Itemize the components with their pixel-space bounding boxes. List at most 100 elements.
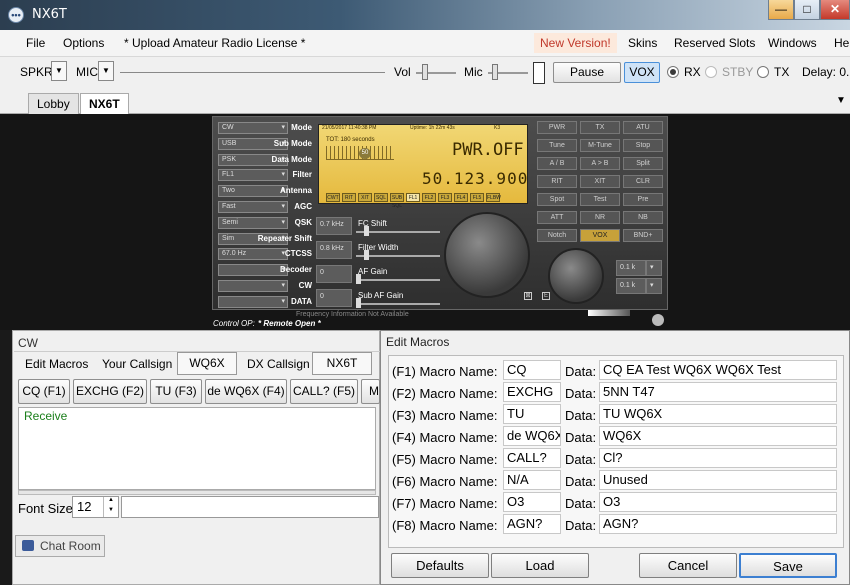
font-size-down-icon[interactable]: ▼ [103,507,118,517]
slider-thumb-2[interactable] [356,274,361,284]
lcd-button-10[interactable]: FLBW [486,193,501,202]
radio-button-a-b[interactable]: A > B [580,157,620,170]
menu-windows[interactable]: Windows [768,36,817,50]
vol-slider-thumb[interactable] [422,64,428,80]
receive-box[interactable] [18,407,376,490]
radio-button-a-b[interactable]: A / B [537,157,577,170]
menu-file[interactable]: File [26,36,45,50]
spkr-dropdown[interactable]: ▼ [51,61,67,81]
menu-options[interactable]: Options [63,36,104,50]
vfo-knob[interactable] [444,212,530,298]
chat-room-tab[interactable]: Chat Room [15,535,105,557]
step-select-1[interactable]: 0.1 k [616,260,646,276]
slider-value-0[interactable]: 0.7 kHz [316,217,352,235]
macro-data-f3[interactable]: TU WQ6X [599,404,837,424]
radio-button-split[interactable]: Split [623,157,663,170]
e-icon[interactable]: E [542,292,550,300]
save-button[interactable]: Save [739,553,837,578]
slider-track-2[interactable] [356,279,440,281]
radio-button-tune[interactable]: Tune [537,139,577,152]
tx-radio[interactable] [757,66,769,78]
slider-value-2[interactable]: 0 [316,265,352,283]
macro-data-f2[interactable]: 5NN T47 [599,382,837,402]
macro-name-f4[interactable]: de WQ6X [503,426,561,446]
macro-button-f3[interactable]: TU (F3) [150,379,202,404]
step-dropdown-1[interactable]: ▾ [646,260,662,276]
slider-value-1[interactable]: 0.8 kHz [316,241,352,259]
radio-button-rit[interactable]: RIT [537,175,577,188]
menu-new-version[interactable]: New Version! [534,33,617,53]
slider-thumb-1[interactable] [364,250,369,260]
macro-button-f2[interactable]: EXCHG (F2) [73,379,147,404]
macro-button-f6[interactable]: M [361,379,380,404]
radio-button-tx[interactable]: TX [580,121,620,134]
lock-icon[interactable]: ⊠ [524,292,532,300]
macro-data-f5[interactable]: Cl? [599,448,837,468]
radio-button-nb[interactable]: NB [623,211,663,224]
dx-callsign-field[interactable]: NX6T [312,352,372,375]
close-button[interactable]: ✕ [820,0,850,20]
font-size-up-icon[interactable]: ▲ [103,497,118,507]
slider-thumb-3[interactable] [356,298,361,308]
menu-upload-license[interactable]: * Upload Amateur Radio License * [124,36,305,50]
receive-scrollbar[interactable] [18,490,376,495]
radio-button-vox[interactable]: VOX [580,229,620,242]
radio-button-pre[interactable]: Pre [623,193,663,206]
vox-button[interactable]: VOX [624,62,660,83]
macro-name-f2[interactable]: EXCHG [503,382,561,402]
step-dropdown-2[interactable]: ▾ [646,278,662,294]
mic-slider-thumb[interactable] [492,64,498,80]
pause-button[interactable]: Pause [553,62,621,83]
cancel-button[interactable]: Cancel [639,553,737,578]
stby-radio[interactable] [705,66,717,78]
lcd-button-6[interactable]: FL2 [422,193,436,202]
macro-data-f1[interactable]: CQ EA Test WQ6X WQ6X Test [599,360,837,380]
macro-name-f1[interactable]: CQ [503,360,561,380]
macro-name-f8[interactable]: AGN? [503,514,561,534]
lcd-button-1[interactable]: RIT [342,193,356,202]
your-callsign-field[interactable]: WQ6X [177,352,237,375]
macro-button-f5[interactable]: CALL? (F5) [290,379,358,404]
minimize-button[interactable]: — [768,0,794,20]
edit-macros-link[interactable]: Edit Macros [25,357,88,371]
tab-nx6t[interactable]: NX6T [80,93,129,114]
radio-button-atu[interactable]: ATU [623,121,663,134]
mic-dropdown[interactable]: ▼ [98,61,114,81]
radio-button-stop[interactable]: Stop [623,139,663,152]
radio-button-xit[interactable]: XIT [580,175,620,188]
send-input[interactable] [121,496,379,518]
macro-name-f6[interactable]: N/A [503,470,561,490]
radio-button-test[interactable]: Test [580,193,620,206]
radio-button-m-tune[interactable]: M-Tune [580,139,620,152]
menu-skins[interactable]: Skins [628,36,657,50]
macro-data-f8[interactable]: AGN? [599,514,837,534]
radio-button-pwr[interactable]: PWR [537,121,577,134]
maximize-button[interactable]: □ [794,0,820,20]
macro-button-f1[interactable]: CQ (F1) [18,379,70,404]
slider-value-3[interactable]: 0 [316,289,352,307]
macro-name-f3[interactable]: TU [503,404,561,424]
menu-reserved-slots[interactable]: Reserved Slots [674,36,755,50]
load-button[interactable]: Load [491,553,589,578]
rx-radio[interactable] [667,66,679,78]
macro-data-f4[interactable]: WQ6X [599,426,837,446]
tab-overflow-icon[interactable]: ▼ [836,95,846,106]
lcd-button-5[interactable]: FL1 [406,193,420,202]
lcd-button-4[interactable]: SUB SQL [390,193,404,209]
lcd-button-2[interactable]: XIT [358,193,372,202]
step-select-2[interactable]: 0.1 k [616,278,646,294]
macro-data-f6[interactable]: Unused [599,470,837,490]
sub-knob[interactable] [548,248,604,304]
radio-button-clr[interactable]: CLR [623,175,663,188]
lcd-button-9[interactable]: FL5 [470,193,484,202]
lcd-button-0[interactable]: CWT [326,193,340,202]
lcd-button-7[interactable]: FL3 [438,193,452,202]
lcd-button-8[interactable]: FL4 [454,193,468,202]
tab-lobby[interactable]: Lobby [28,93,79,114]
radio-button-notch[interactable]: Notch [537,229,577,242]
macro-name-f7[interactable]: O3 [503,492,561,512]
radio-button-att[interactable]: ATT [537,211,577,224]
macro-name-f5[interactable]: CALL? [503,448,561,468]
radio-button-spot[interactable]: Spot [537,193,577,206]
macro-data-f7[interactable]: O3 [599,492,837,512]
